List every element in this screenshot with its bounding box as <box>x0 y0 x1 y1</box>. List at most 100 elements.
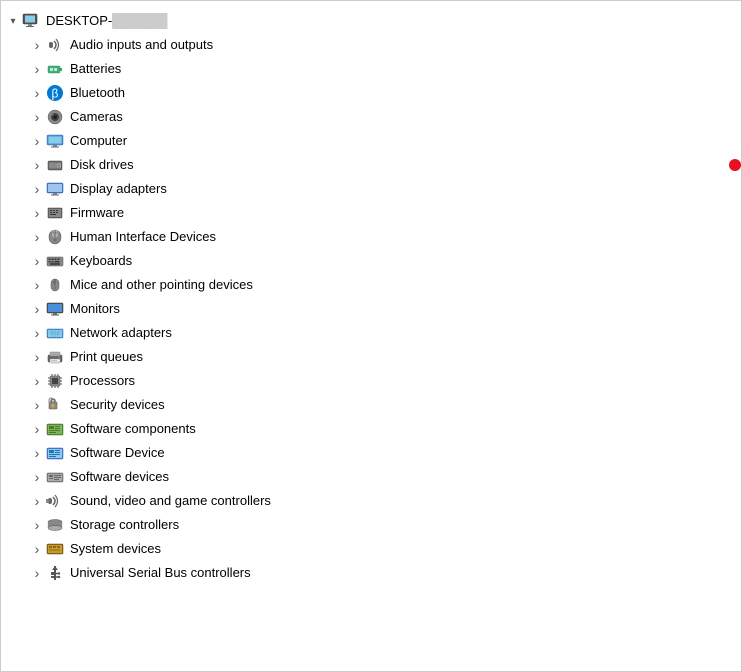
root-chevron[interactable] <box>5 13 21 29</box>
chevron-sound[interactable] <box>29 493 45 509</box>
red-dot-diskdrives <box>729 159 741 171</box>
tree-item-bluetooth[interactable]: β Bluetooth <box>21 81 741 105</box>
chevron-usb[interactable] <box>29 565 45 581</box>
tree-item-audio[interactable]: Audio inputs and outputs <box>21 33 741 57</box>
tree-item-softwaredevices[interactable]: Software devices <box>21 465 741 489</box>
svg-text:β: β <box>52 87 59 101</box>
tree-item-computer[interactable]: Computer <box>21 129 741 153</box>
tree-item-print[interactable]: Print queues <box>21 345 741 369</box>
icon-processors <box>45 371 65 391</box>
icon-bluetooth: β <box>45 83 65 103</box>
label-diskdrives: Disk drives <box>70 155 723 175</box>
icon-cameras <box>45 107 65 127</box>
label-hid: Human Interface Devices <box>70 227 741 247</box>
icon-batteries <box>45 59 65 79</box>
root-label: DESKTOP-██████ <box>46 11 741 31</box>
root-children: Audio inputs and outputs Batteries <box>1 33 741 585</box>
chevron-softwaredevice[interactable] <box>29 445 45 461</box>
icon-hid <box>45 227 65 247</box>
chevron-security[interactable] <box>29 397 45 413</box>
label-sound: Sound, video and game controllers <box>70 491 741 511</box>
chevron-audio[interactable] <box>29 37 45 53</box>
tree-item-displayadapters[interactable]: Display adapters <box>21 177 741 201</box>
tree-item-mice[interactable]: Mice and other pointing devices <box>21 273 741 297</box>
tree-item-firmware[interactable]: Firmware <box>21 201 741 225</box>
tree-item-processors[interactable]: Processors <box>21 369 741 393</box>
icon-print <box>45 347 65 367</box>
icon-mice <box>45 275 65 295</box>
label-processors: Processors <box>70 371 741 391</box>
icon-security <box>45 395 65 415</box>
chevron-storage[interactable] <box>29 517 45 533</box>
tree-item-softwarecomponents[interactable]: Software components <box>21 417 741 441</box>
chevron-displayadapters[interactable] <box>29 181 45 197</box>
label-computer: Computer <box>70 131 741 151</box>
label-batteries: Batteries <box>70 59 741 79</box>
chevron-processors[interactable] <box>29 373 45 389</box>
tree-item-hid[interactable]: Human Interface Devices <box>21 225 741 249</box>
root-icon <box>21 11 41 31</box>
label-keyboards: Keyboards <box>70 251 741 271</box>
label-firmware: Firmware <box>70 203 741 223</box>
tree-item-keyboards[interactable]: Keyboards <box>21 249 741 273</box>
chevron-system[interactable] <box>29 541 45 557</box>
chevron-computer[interactable] <box>29 133 45 149</box>
icon-displayadapters <box>45 179 65 199</box>
tree-item-system[interactable]: System devices <box>21 537 741 561</box>
label-bluetooth: Bluetooth <box>70 83 741 103</box>
label-print: Print queues <box>70 347 741 367</box>
tree-item-sound[interactable]: Sound, video and game controllers <box>21 489 741 513</box>
label-softwaredevices: Software devices <box>70 467 741 487</box>
label-system: System devices <box>70 539 741 559</box>
chevron-softwarecomponents[interactable] <box>29 421 45 437</box>
icon-diskdrives <box>45 155 65 175</box>
chevron-keyboards[interactable] <box>29 253 45 269</box>
tree-item-diskdrives[interactable]: Disk drives <box>21 153 741 177</box>
chevron-firmware[interactable] <box>29 205 45 221</box>
chevron-network[interactable] <box>29 325 45 341</box>
label-softwaredevice: Software Device <box>70 443 741 463</box>
tree-item-network[interactable]: Network adapters <box>21 321 741 345</box>
icon-softwaredevice <box>45 443 65 463</box>
label-storage: Storage controllers <box>70 515 741 535</box>
tree-item-monitors[interactable]: Monitors <box>21 297 741 321</box>
tree-item-batteries[interactable]: Batteries <box>21 57 741 81</box>
label-usb: Universal Serial Bus controllers <box>70 563 741 583</box>
icon-softwarecomponents <box>45 419 65 439</box>
tree-item-cameras[interactable]: Cameras <box>21 105 741 129</box>
icon-softwaredevices <box>45 467 65 487</box>
chevron-monitors[interactable] <box>29 301 45 317</box>
icon-network <box>45 323 65 343</box>
label-cameras: Cameras <box>70 107 741 127</box>
icon-audio <box>45 35 65 55</box>
label-network: Network adapters <box>70 323 741 343</box>
chevron-softwaredevices[interactable] <box>29 469 45 485</box>
label-displayadapters: Display adapters <box>70 179 741 199</box>
label-softwarecomponents: Software components <box>70 419 741 439</box>
tree-item-storage[interactable]: Storage controllers <box>21 513 741 537</box>
chevron-print[interactable] <box>29 349 45 365</box>
chevron-hid[interactable] <box>29 229 45 245</box>
device-manager-tree: DESKTOP-██████ Audio inputs and outputs <box>0 0 742 672</box>
icon-firmware <box>45 203 65 223</box>
root-node[interactable]: DESKTOP-██████ <box>1 9 741 33</box>
icon-storage <box>45 515 65 535</box>
icon-usb <box>45 563 65 583</box>
icon-system <box>45 539 65 559</box>
chevron-cameras[interactable] <box>29 109 45 125</box>
icon-sound <box>45 491 65 511</box>
tree-item-security[interactable]: Security devices <box>21 393 741 417</box>
label-security: Security devices <box>70 395 741 415</box>
chevron-diskdrives[interactable] <box>29 157 45 173</box>
chevron-batteries[interactable] <box>29 61 45 77</box>
tree-item-usb[interactable]: Universal Serial Bus controllers <box>21 561 741 585</box>
label-audio: Audio inputs and outputs <box>70 35 741 55</box>
icon-monitors <box>45 299 65 319</box>
icon-keyboards <box>45 251 65 271</box>
tree-item-softwaredevice[interactable]: Software Device <box>21 441 741 465</box>
chevron-mice[interactable] <box>29 277 45 293</box>
icon-computer <box>45 131 65 151</box>
label-monitors: Monitors <box>70 299 741 319</box>
chevron-bluetooth[interactable] <box>29 85 45 101</box>
label-mice: Mice and other pointing devices <box>70 275 741 295</box>
